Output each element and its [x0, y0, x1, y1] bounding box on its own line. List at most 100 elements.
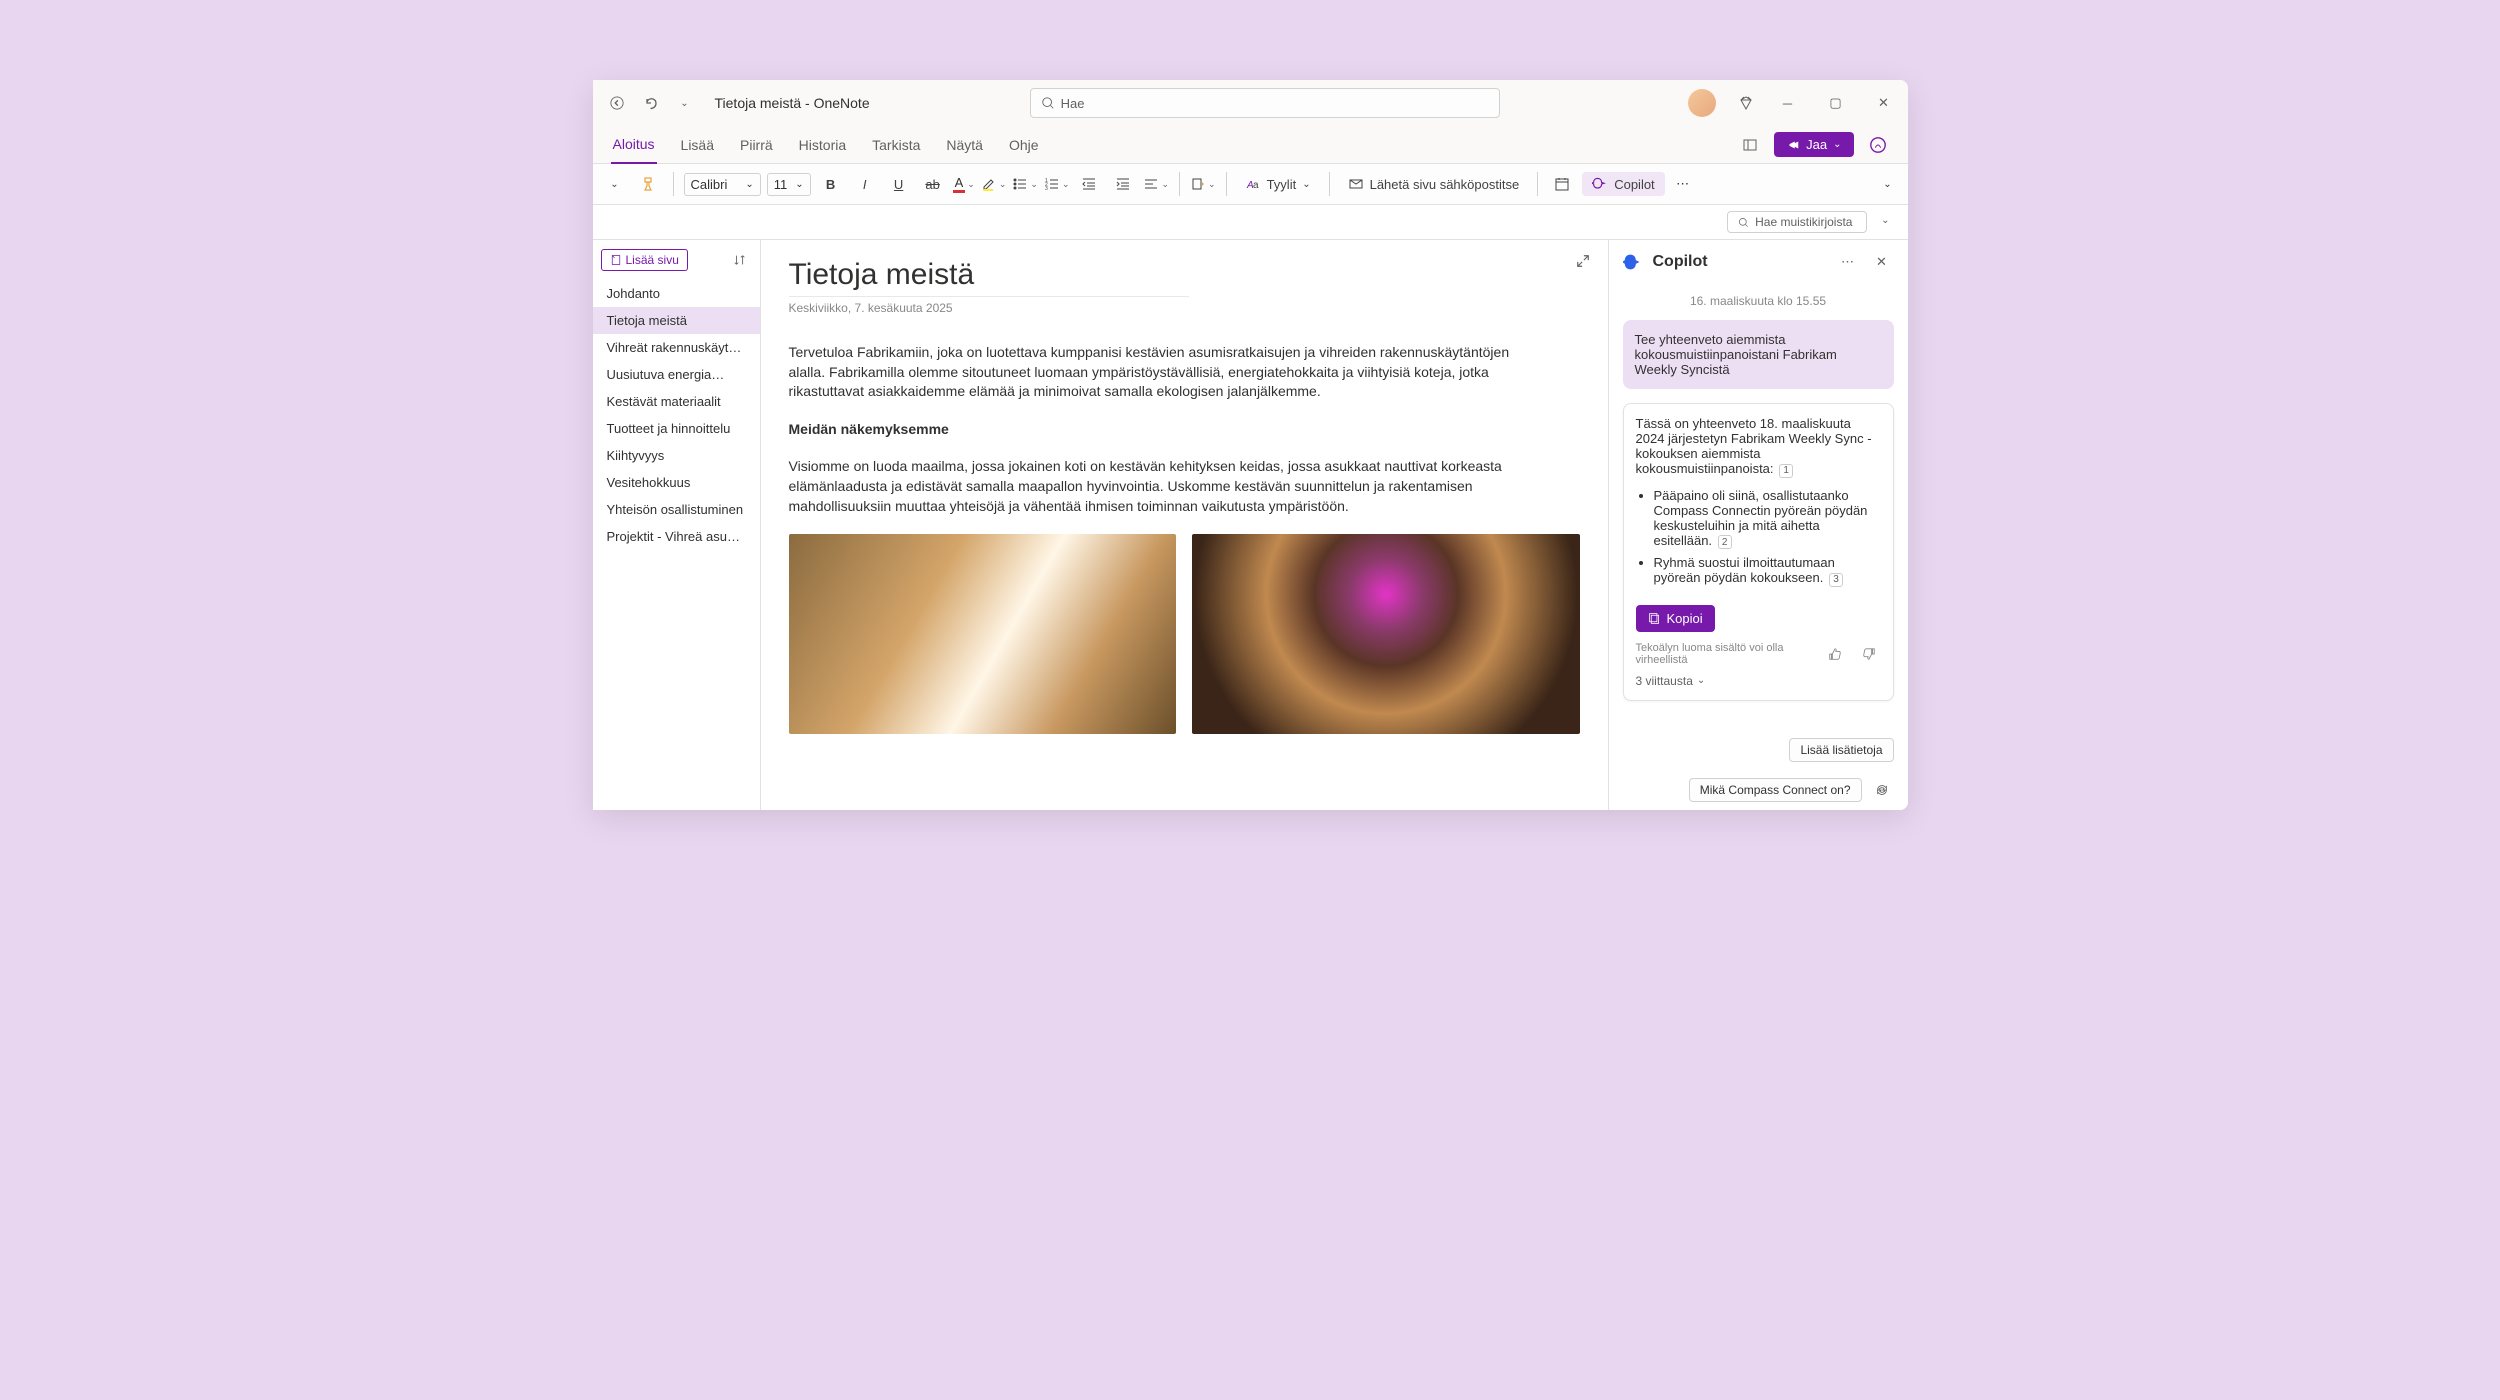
search-placeholder: Hae: [1061, 96, 1085, 111]
page-item[interactable]: Yhteisön osallistuminen: [593, 496, 760, 523]
page-item[interactable]: Vihreät rakennuskäytännöt: [593, 334, 760, 361]
copilot-header-icon[interactable]: [1866, 133, 1890, 157]
tags-button[interactable]: ⌄: [1190, 176, 1216, 192]
page-item[interactable]: Uusiutuva energia…: [593, 361, 760, 388]
ai-disclaimer: Tekoälyn luoma sisältö voi olla virheell…: [1636, 642, 1823, 666]
page-item[interactable]: Kiihtyvyys: [593, 442, 760, 469]
tab-ohje[interactable]: Ohje: [1007, 127, 1041, 163]
share-button[interactable]: Jaa ⌄: [1774, 132, 1853, 157]
underline-button[interactable]: U: [885, 170, 913, 198]
send-page-email-button[interactable]: Lähetä sivu sähköpostitse: [1340, 172, 1528, 196]
suggestion-1[interactable]: Lisää lisätietoja: [1789, 738, 1893, 762]
image-row: [789, 534, 1580, 734]
page-item[interactable]: Vesitehokkuus: [593, 469, 760, 496]
suggestion-row: Mikä Compass Connect on?: [1609, 770, 1908, 810]
vision-heading[interactable]: Meidän näkemyksemme: [789, 420, 1549, 440]
page-title[interactable]: Tietoja meistä: [789, 258, 1189, 297]
content-area: Lisää sivu Johdanto Tietoja meistä Vihre…: [593, 240, 1908, 810]
italic-button[interactable]: I: [851, 170, 879, 198]
page-list-panel: Lisää sivu Johdanto Tietoja meistä Vihre…: [593, 240, 761, 810]
suggestion-2[interactable]: Mikä Compass Connect on?: [1689, 778, 1862, 802]
meeting-details-icon[interactable]: [1548, 170, 1576, 198]
copilot-close-icon[interactable]: ✕: [1870, 250, 1894, 274]
tab-tarkista[interactable]: Tarkista: [870, 127, 922, 163]
font-color-button[interactable]: A⌄: [953, 175, 975, 193]
styles-button[interactable]: Aa Tyylit⌄: [1237, 172, 1319, 196]
copy-button[interactable]: Kopioi: [1636, 605, 1715, 632]
align-button[interactable]: ⌄: [1143, 176, 1169, 192]
avatar[interactable]: [1688, 89, 1716, 117]
share-label: Jaa: [1806, 137, 1827, 152]
panel-toggle-icon[interactable]: [1738, 133, 1762, 157]
toolbar-overflow-icon[interactable]: ⋯: [1671, 172, 1695, 196]
ribbon-right-controls: Jaa ⌄: [1738, 132, 1889, 157]
page-item[interactable]: Projektit - Vihreä asukas…: [593, 523, 760, 550]
title-bar-right: ─ ▢ ✕: [1688, 89, 1896, 117]
page-item[interactable]: Tuotteet ja hinnoittelu: [593, 415, 760, 442]
ribbon-collapse-icon[interactable]: ⌄: [1876, 172, 1900, 196]
close-button[interactable]: ✕: [1872, 91, 1896, 115]
svg-text:3: 3: [1045, 186, 1048, 192]
refresh-suggestions-icon[interactable]: [1870, 778, 1894, 802]
reference-badge[interactable]: 1: [1779, 464, 1793, 478]
intro-paragraph[interactable]: Tervetuloa Fabrikamiin, joka on luotetta…: [789, 343, 1549, 402]
copilot-logo-icon: [1623, 251, 1645, 273]
numbering-button[interactable]: 123⌄: [1044, 176, 1070, 192]
customize-qat-icon[interactable]: ⌄: [673, 91, 697, 115]
page-item[interactable]: Johdanto: [593, 280, 760, 307]
font-family-select[interactable]: Calibri⌄: [684, 173, 761, 196]
search-scope-dropdown[interactable]: ⌄: [1881, 211, 1889, 233]
reference-badge[interactable]: 2: [1718, 535, 1732, 549]
ai-message: Tässä on yhteenveto 18. maaliskuuta 2024…: [1623, 403, 1894, 701]
page-item[interactable]: Kestävät materiaalit: [593, 388, 760, 415]
formatting-toolbar: ⌄ Calibri⌄ 11⌄ B I U ab A⌄ ⌄ ⌄ 123⌄ ⌄ ⌄ …: [593, 164, 1908, 205]
paste-icon[interactable]: ⌄: [601, 170, 629, 198]
tab-piirra[interactable]: Piirrä: [738, 127, 775, 163]
copilot-more-icon[interactable]: ⋯: [1836, 250, 1860, 274]
diamond-icon[interactable]: [1734, 91, 1758, 115]
back-icon[interactable]: [605, 91, 629, 115]
add-page-button[interactable]: Lisää sivu: [601, 249, 688, 271]
ai-bullet-2: Ryhmä suostui ilmoittautumaan pyöreän pö…: [1654, 555, 1835, 585]
references-toggle[interactable]: 3 viittausta ⌄: [1636, 674, 1881, 688]
ai-bullet-1: Pääpaino oli siinä, osallistutaanko Comp…: [1654, 488, 1868, 548]
page-item[interactable]: Tietoja meistä: [593, 307, 760, 334]
tab-historia[interactable]: Historia: [797, 127, 848, 163]
bold-button[interactable]: B: [817, 170, 845, 198]
thumbs-up-icon[interactable]: [1823, 642, 1847, 666]
user-message: Tee yhteenveto aiemmista kokousmuistiinp…: [1623, 320, 1894, 389]
search-input[interactable]: Hae: [1030, 88, 1500, 118]
copilot-conversation: 16. maaliskuuta klo 15.55 Tee yhteenveto…: [1609, 284, 1908, 730]
content-image-1[interactable]: [789, 534, 1177, 734]
highlight-button[interactable]: ⌄: [981, 176, 1007, 192]
copilot-pane: Copilot ⋯ ✕ 16. maaliskuuta klo 15.55 Te…: [1608, 240, 1908, 810]
maximize-button[interactable]: ▢: [1824, 91, 1848, 115]
message-timestamp: 16. maaliskuuta klo 15.55: [1623, 294, 1894, 308]
thumbs-down-icon[interactable]: [1857, 642, 1881, 666]
content-image-2[interactable]: [1192, 534, 1580, 734]
increase-indent-button[interactable]: [1109, 170, 1137, 198]
window-title: Tietoja meistä - OneNote: [715, 95, 870, 111]
page-canvas[interactable]: Tietoja meistä Keskiviikko, 7. kesäkuuta…: [761, 240, 1608, 810]
minimize-button[interactable]: ─: [1776, 91, 1800, 115]
font-size-select[interactable]: 11⌄: [767, 173, 811, 196]
reference-badge[interactable]: 3: [1829, 573, 1843, 587]
format-painter-icon[interactable]: [635, 170, 663, 198]
tab-aloitus[interactable]: Aloitus: [611, 126, 657, 164]
copilot-toolbar-button[interactable]: Copilot: [1582, 172, 1664, 196]
sort-pages-icon[interactable]: [728, 248, 752, 272]
app-window: ⌄ Tietoja meistä - OneNote Hae ─ ▢ ✕ Alo…: [593, 80, 1908, 810]
expand-page-icon[interactable]: [1576, 254, 1590, 271]
copilot-header: Copilot ⋯ ✕: [1609, 240, 1908, 284]
window-controls: ─ ▢ ✕: [1776, 91, 1896, 115]
title-bar: ⌄ Tietoja meistä - OneNote Hae ─ ▢ ✕: [593, 80, 1908, 126]
ai-intro-text: Tässä on yhteenveto 18. maaliskuuta 2024…: [1636, 416, 1872, 476]
tab-nayta[interactable]: Näytä: [944, 127, 985, 163]
search-notebooks-input[interactable]: Hae muistikirjoista: [1727, 211, 1867, 233]
bullets-button[interactable]: ⌄: [1012, 176, 1038, 192]
tab-lisaa[interactable]: Lisää: [679, 127, 716, 163]
decrease-indent-button[interactable]: [1075, 170, 1103, 198]
undo-icon[interactable]: [639, 91, 663, 115]
vision-paragraph[interactable]: Visiomme on luoda maailma, jossa jokaine…: [789, 457, 1549, 516]
strikethrough-button[interactable]: ab: [919, 170, 947, 198]
